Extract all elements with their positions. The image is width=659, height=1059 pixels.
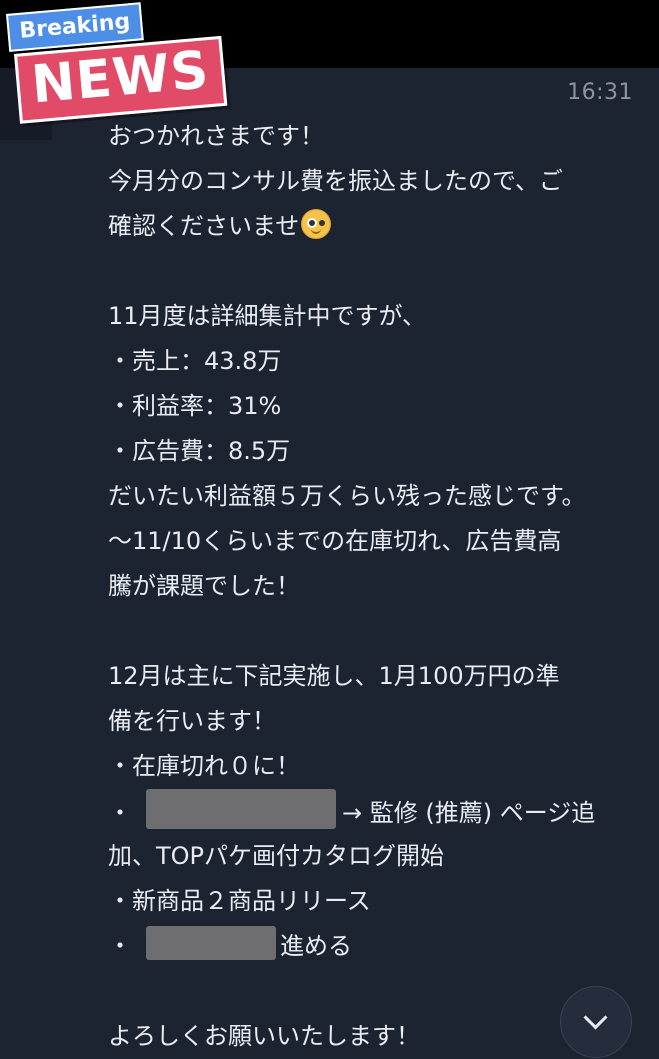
message-text: → 監修 (推薦) ページ追	[342, 799, 596, 827]
message-line: だいたい利益額５万くらい残った感じです。	[108, 482, 586, 510]
message-line: おつかれさまです！	[108, 122, 324, 150]
message-text: 進める	[280, 932, 352, 960]
message-line: よろしくお願いいたします！	[108, 1022, 420, 1050]
bullet: ・	[108, 799, 132, 827]
message-text: 確認くださいませ	[108, 212, 300, 240]
scroll-down-button[interactable]	[560, 986, 632, 1058]
message-line: ・新商品２商品リリース	[108, 887, 371, 915]
ad-cost-line: ・広告費：8.5万	[108, 437, 291, 465]
message-line: ～11/10くらいまでの在庫切れ、広告費高	[108, 527, 562, 555]
message-line: 騰が課題でした！	[108, 572, 300, 600]
chevron-down-icon	[583, 1005, 608, 1030]
message-timestamp: 16:31	[567, 80, 633, 105]
message-line: ・ 進める	[108, 924, 638, 969]
message-line: 備を行います！	[108, 707, 276, 735]
sales-line: ・売上：43.8万	[108, 347, 282, 375]
message-line: ・ → 監修 (推薦) ページ追	[108, 789, 638, 834]
message-line: ・在庫切れ０に！	[108, 752, 300, 780]
redacted-block	[146, 789, 336, 829]
message-line: 12月は主に下記実施し、1月100万円の準	[108, 662, 560, 690]
message-line: 加、TOPパケ画付カタログ開始	[108, 842, 445, 870]
message-line: 11月度は詳細集計中ですが、	[108, 302, 427, 330]
message-bubble: おつかれさまです！ 今月分のコンサル費を振込ましたので、ご 確認くださいませ 1…	[108, 114, 638, 1059]
monocle-face-emoji-icon	[301, 209, 332, 239]
bullet: ・	[108, 932, 132, 960]
message-line: 確認くださいませ	[108, 204, 638, 249]
profit-rate-line: ・利益率：31%	[108, 392, 282, 420]
message-line: 今月分のコンサル費を振込ましたので、ご	[108, 167, 564, 195]
redacted-block	[146, 926, 276, 960]
